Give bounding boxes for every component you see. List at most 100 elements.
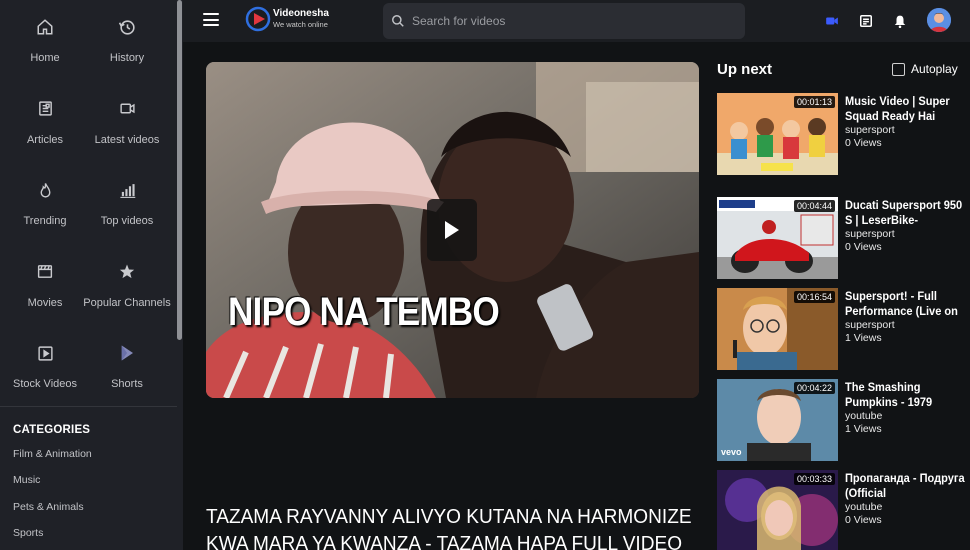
sidebar-divider [0,406,177,407]
logo[interactable]: Videonesha We watch online [245,6,329,32]
sidebar-item-label: Articles [26,133,64,146]
sidebar-item-articles[interactable]: Articles [4,94,86,176]
sidebar-item-history[interactable]: History [86,12,168,94]
play-icon [445,221,459,239]
rec-title[interactable]: Supersport! - Full Performance (Live on [845,289,970,319]
rec-channel[interactable]: supersport [845,124,970,137]
sidebar-item-label: Top videos [100,215,154,228]
category-item[interactable]: Music [13,474,92,500]
duration-badge: 00:04:44 [793,200,835,212]
sidebar-item-label: Stock Videos [12,378,77,391]
logo-name: Videonesha [273,8,329,20]
category-item[interactable]: Pets & Animals [13,501,92,527]
duration-badge: 00:04:22 [793,382,835,394]
up-next-list: 00:01:13 Music Video | Super Squad Ready… [717,93,970,550]
article-icon [859,14,873,28]
rec-title[interactable]: Ducati Supersport 950 S | LeserBike- [845,198,970,228]
video-title-line: KWA MARA YA KWANZA - TAZAMA HAPA FULL VI… [206,532,683,550]
clapperboard-icon [34,261,56,283]
duration-badge: 00:16:54 [793,291,835,303]
sidebar-item-label: Movies [27,296,63,309]
category-item[interactable]: Film & Animation [13,448,92,474]
video-camera-icon [826,17,838,25]
list-item[interactable]: 00:04:44 Ducati Supersport 950 S | Leser… [717,197,970,288]
categories-section: CATEGORIES Film & Animation Music Pets &… [13,424,92,550]
notifications-button[interactable] [890,11,910,31]
thumbnail-overlay-text: NIPO NA TEMBO [228,290,500,334]
sidebar-item-label: Shorts [111,378,143,391]
star-badge-icon [116,261,138,283]
video-camera-icon [116,98,138,120]
logo-icon [245,6,271,32]
rec-thumbnail[interactable]: 00:16:54 [717,288,838,370]
app-root: Home History Articles Latest videos Tren… [0,0,970,550]
list-item[interactable]: 00:03:33 Пропаганда - Подруга (Official … [717,470,970,550]
sidebar-item-popular-channels[interactable]: Popular Channels [83,257,171,339]
sidebar-item-label: Trending [23,215,67,228]
top-bar: Videonesha We watch online [183,0,970,42]
autoplay-label: Autoplay [911,62,958,76]
sidebar-item-label: Popular Channels [83,296,171,309]
bell-icon [894,15,906,28]
avatar[interactable] [927,8,951,32]
article-icon [34,98,56,120]
play-square-icon [34,342,56,364]
rec-channel[interactable]: youtube [845,410,970,423]
video-title-line: TAZAMA RAYVANNY ALIVYO KUTANA NA HARMONI… [206,505,692,528]
sidebar-item-label: Latest videos [94,133,160,146]
shorts-icon [116,342,138,364]
rec-views: 1 Views [845,332,882,344]
list-item[interactable]: vevo 00:04:22 The Smashing Pumpkins - 19… [717,379,970,470]
sidebar-nav: Home History Articles Latest videos Tren… [0,0,183,420]
autoplay-toggle[interactable]: Autoplay [892,62,958,76]
sidebar-item-latest-videos[interactable]: Latest videos [86,94,168,176]
upload-video-button[interactable] [822,11,842,31]
sidebar-item-stock-videos[interactable]: Stock Videos [4,338,86,420]
sidebar-item-trending[interactable]: Trending [4,175,86,257]
video-player[interactable]: NIPO NA TEMBO [206,62,699,398]
user-avatar-icon [927,8,951,32]
list-item[interactable]: 00:16:54 Supersport! - Full Performance … [717,288,970,379]
svg-text:vevo: vevo [721,447,742,457]
rec-thumbnail[interactable]: 00:01:13 [717,93,838,175]
up-next-heading: Up next [717,61,773,78]
rec-views: 0 Views [845,514,882,526]
categories-title: CATEGORIES [13,424,91,436]
sidebar-item-shorts[interactable]: Shorts [86,338,168,420]
rec-title[interactable]: Music Video | Super Squad Ready Hai [845,94,970,124]
articles-button[interactable] [856,11,876,31]
history-icon [116,16,138,38]
rec-channel[interactable]: supersport [845,319,970,332]
autoplay-checkbox[interactable] [892,62,905,76]
rec-channel[interactable]: youtube [845,501,970,514]
home-icon [34,16,56,38]
rec-thumbnail[interactable]: 00:03:33 [717,470,838,550]
rec-thumbnail[interactable]: 00:04:44 [717,197,838,279]
rec-thumbnail[interactable]: vevo 00:04:22 [717,379,838,461]
list-item[interactable]: 00:01:13 Music Video | Super Squad Ready… [717,93,970,197]
rec-views: 0 Views [845,137,882,149]
rec-title[interactable]: The Smashing Pumpkins - 1979 [845,380,970,410]
video-title: TAZAMA RAYVANNY ALIVYO KUTANA NA HARMONI… [206,503,692,550]
rec-views: 1 Views [845,423,882,435]
sidebar-item-movies[interactable]: Movies [4,257,86,339]
category-item[interactable]: Sports [13,527,92,550]
menu-icon [203,13,219,15]
sidebar: Home History Articles Latest videos Tren… [0,0,183,550]
sidebar-item-home[interactable]: Home [4,12,86,94]
search-input[interactable] [412,14,732,28]
bar-chart-icon [116,179,138,201]
search-icon [392,15,404,27]
rec-views: 0 Views [845,241,882,253]
rec-channel[interactable]: supersport [845,228,970,241]
duration-badge: 00:01:13 [793,96,835,108]
rec-title[interactable]: Пропаганда - Подруга (Official [845,471,970,501]
sidebar-scrollbar[interactable] [177,0,182,340]
play-button[interactable] [427,199,477,261]
duration-badge: 00:03:33 [793,473,835,485]
sidebar-item-label: Home [30,52,60,64]
logo-tagline: We watch online [273,20,328,30]
search-bar [383,3,745,39]
sidebar-item-top-videos[interactable]: Top videos [86,175,168,257]
hamburger-menu-button[interactable] [203,13,219,27]
